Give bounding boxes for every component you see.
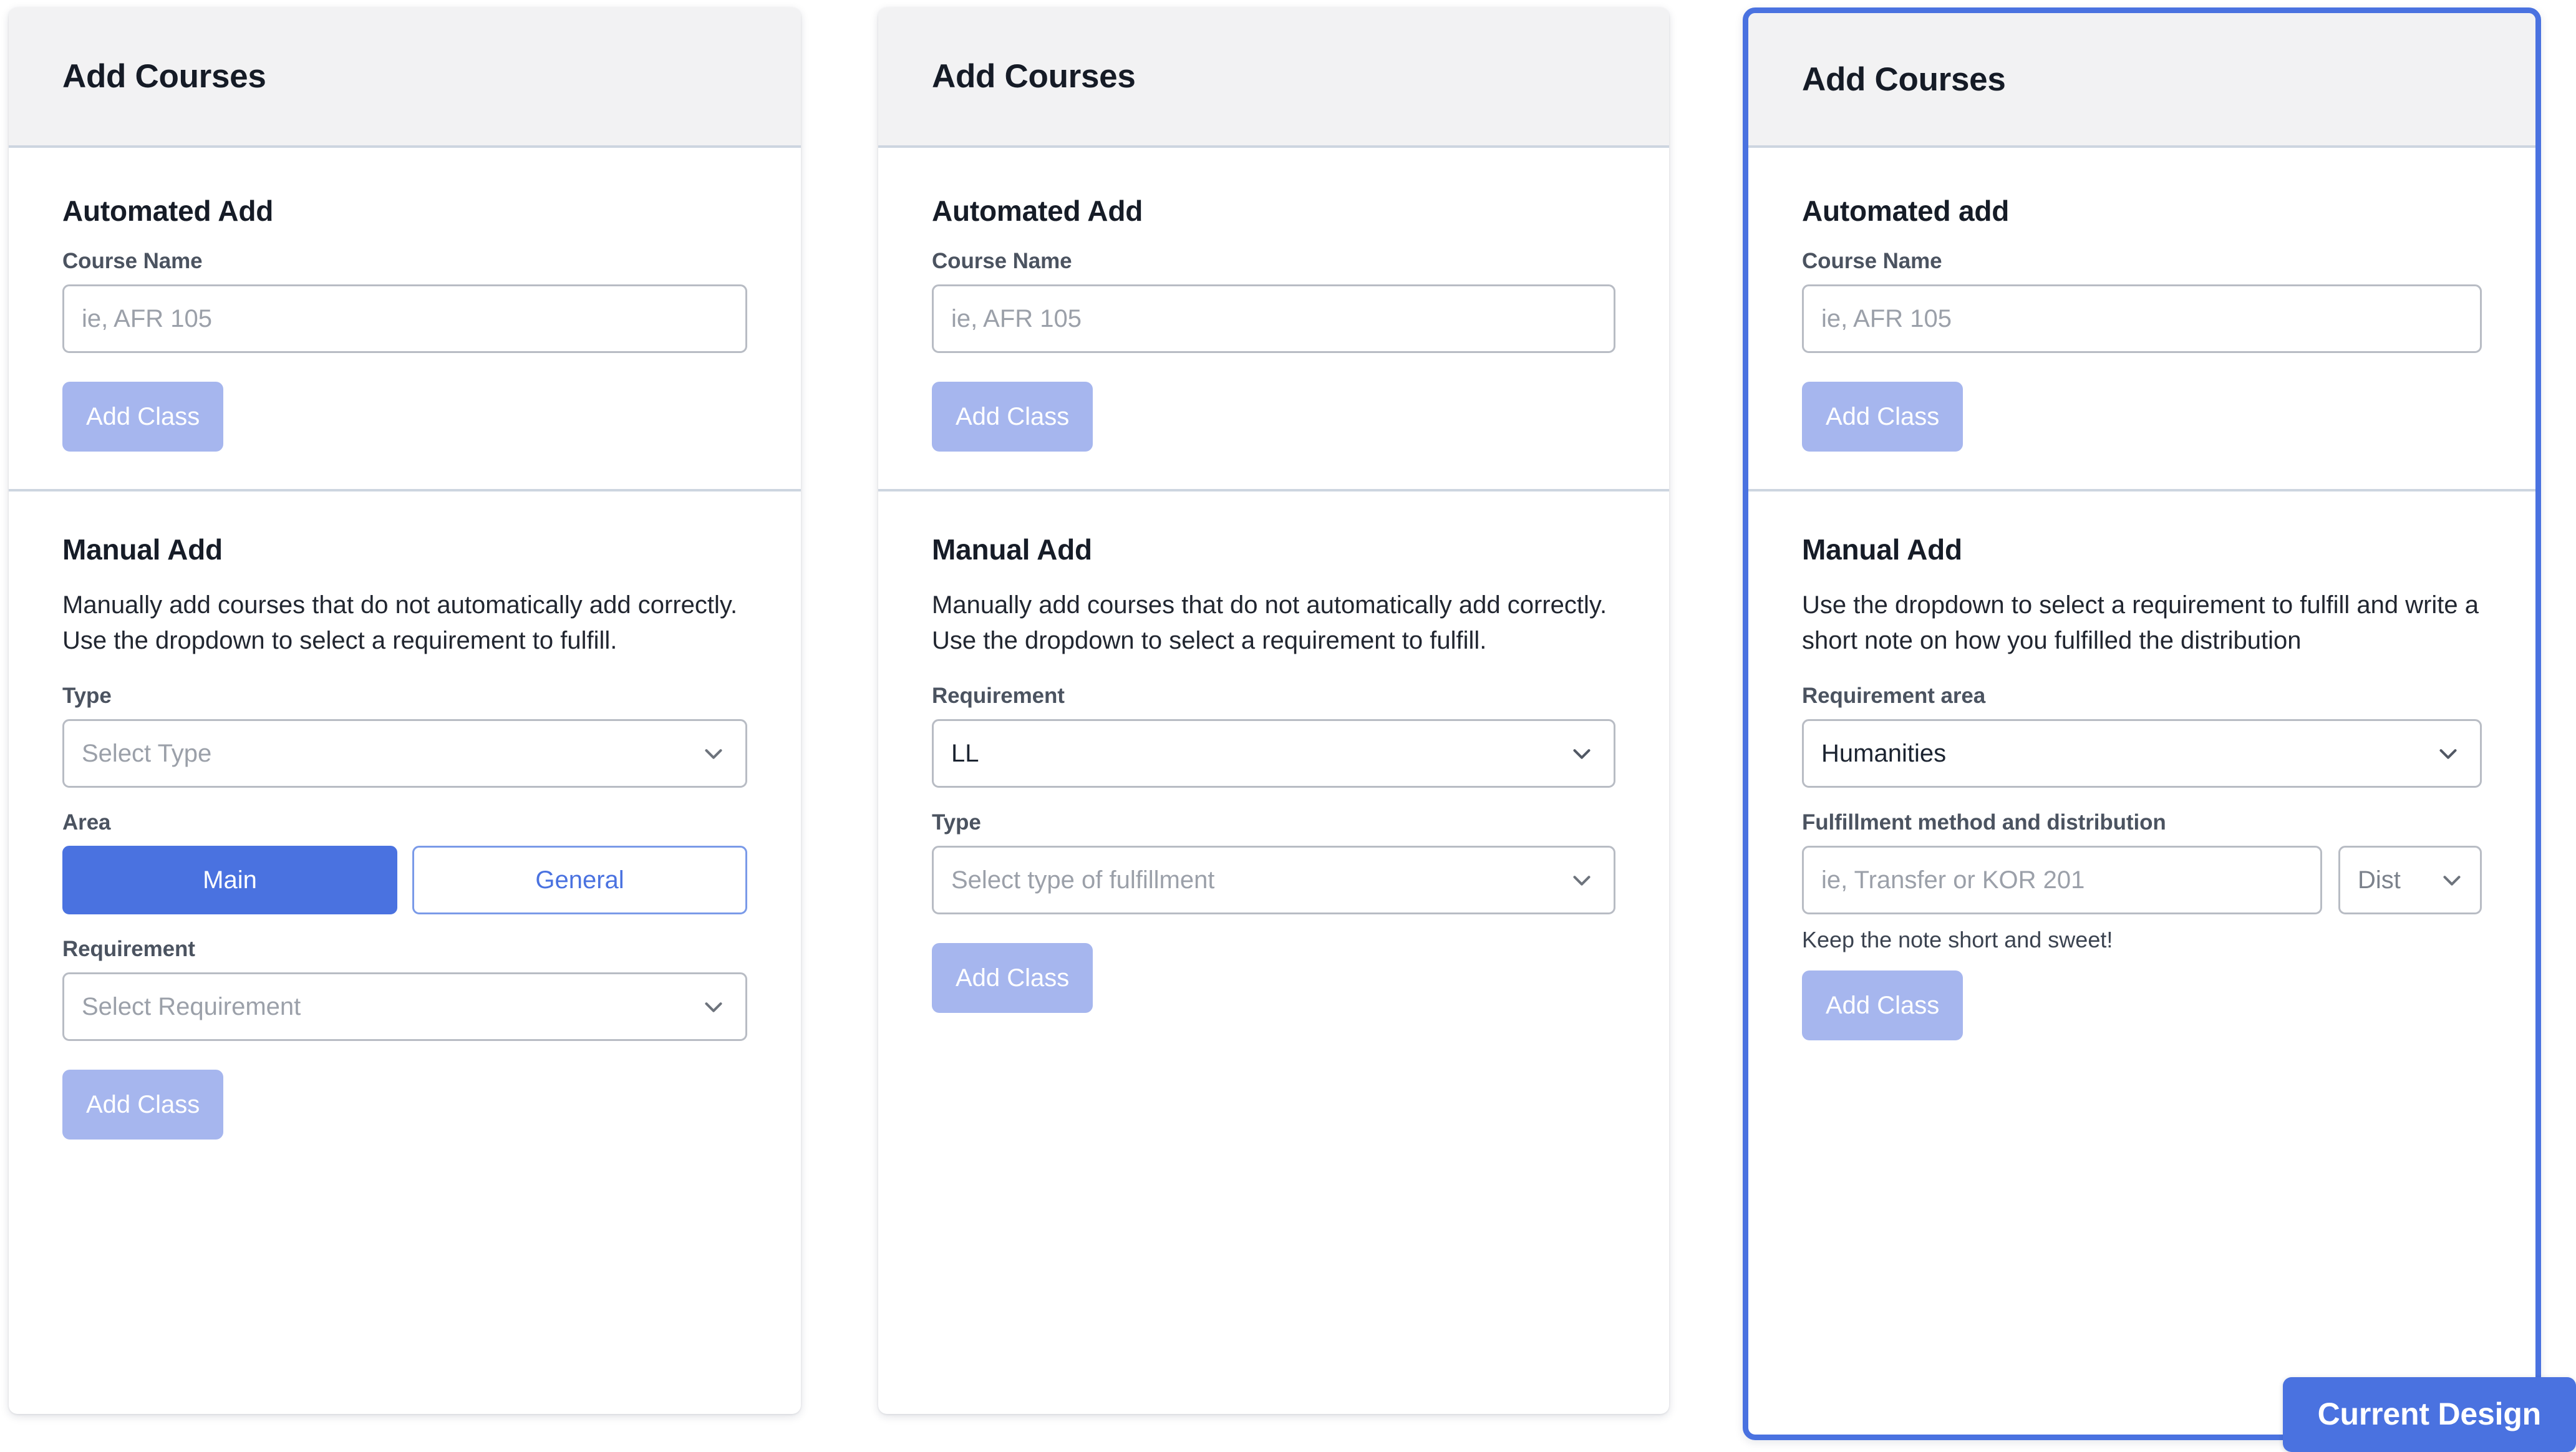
card-1-type-label: Type (62, 684, 112, 709)
card-3-fulfillment-note-input[interactable]: ie, Transfer or KOR 201 (1802, 846, 2322, 915)
card-2-type-select[interactable]: Select type of fulfillment (932, 846, 1615, 915)
card-3-course-name-placeholder: ie, AFR 105 (1821, 304, 1952, 332)
current-design-badge: Current Design (2282, 1377, 2576, 1452)
card-3-automated-add-section: Automated add Course Name ie, AFR 105 Ad… (1748, 148, 2535, 489)
card-2-type-select-value: Select type of fulfillment (951, 866, 1215, 894)
card-3-manual-add-description: Use the dropdown to select a requirement… (1802, 591, 2479, 655)
card-1-manual-add-class-button[interactable]: Add Class (62, 1070, 224, 1140)
design-card-1: Add Courses Automated Add Course Name ie… (9, 7, 801, 1414)
card-1-requirement-select-value: Select Requirement (82, 992, 301, 1020)
card-2-automated-add-class-button[interactable]: Add Class (932, 382, 1093, 452)
design-card-2: Add Courses Automated Add Course Name ie… (878, 7, 1669, 1414)
card-3-course-name-label: Course Name (1802, 249, 1942, 273)
card-2-course-name-label: Course Name (932, 249, 1072, 273)
chevron-down-icon (2438, 866, 2466, 894)
card-3-manual-add-title: Manual Add (1802, 533, 1962, 566)
card-1-course-name-label: Course Name (62, 249, 203, 273)
card-3-header: Add Courses (1748, 13, 2535, 148)
card-2-automated-add-section: Automated Add Course Name ie, AFR 105 Ad… (878, 148, 1669, 489)
card-3-distribution-value: Dist (2358, 866, 2401, 894)
card-1-automated-add-title: Automated Add (62, 195, 274, 227)
card-1-type-select-value: Select Type (82, 739, 212, 767)
card-3-fulfillment-note-placeholder: ie, Transfer or KOR 201 (1821, 866, 2085, 894)
card-2-manual-add-section: Manual Add Manually add courses that do … (878, 489, 1669, 1014)
card-2-type-label: Type (932, 810, 981, 835)
card-2-requirement-label: Requirement (932, 684, 1065, 709)
card-2-manual-add-title: Manual Add (932, 533, 1092, 566)
chevron-down-icon (2434, 739, 2462, 768)
card-3-manual-add-section: Manual Add Use the dropdown to select a … (1748, 489, 2535, 1041)
card-1-title: Add Courses (62, 58, 266, 95)
chevron-down-icon (699, 739, 728, 768)
card-3-requirement-area-label: Requirement area (1802, 684, 1986, 709)
card-2-course-name-input[interactable]: ie, AFR 105 (932, 284, 1615, 353)
card-3-distribution-select[interactable]: Dist (2338, 846, 2482, 915)
chevron-down-icon (699, 992, 728, 1021)
card-2-course-name-placeholder: ie, AFR 105 (951, 304, 1082, 332)
card-3-automated-add-class-button[interactable]: Add Class (1802, 382, 1963, 452)
card-3-fulfillment-row: ie, Transfer or KOR 201 Dist (1802, 846, 2482, 915)
card-2-requirement-select[interactable]: LL (932, 719, 1615, 788)
card-1-course-name-placeholder: ie, AFR 105 (82, 304, 213, 332)
card-1-area-toggle-group: Main General (62, 846, 747, 915)
card-1-requirement-select[interactable]: Select Requirement (62, 972, 747, 1042)
card-1-header: Add Courses (9, 7, 801, 148)
chevron-down-icon (1567, 866, 1596, 894)
card-1-manual-add-section: Manual Add Manually add courses that do … (9, 489, 801, 1140)
card-3-title: Add Courses (1802, 60, 2006, 98)
card-1-automated-add-class-button[interactable]: Add Class (62, 382, 224, 452)
card-2-header: Add Courses (878, 7, 1669, 148)
card-3-helper-text: Keep the note short and sweet! (1802, 927, 2113, 953)
card-3-automated-add-title: Automated add (1802, 195, 2010, 227)
card-1-area-option-main[interactable]: Main (62, 846, 397, 915)
card-1-manual-add-description: Manually add courses that do not automat… (62, 591, 738, 655)
card-3-course-name-input[interactable]: ie, AFR 105 (1802, 284, 2482, 353)
card-2-requirement-select-value: LL (951, 739, 979, 767)
card-1-automated-add-section: Automated Add Course Name ie, AFR 105 Ad… (9, 148, 801, 489)
chevron-down-icon (1567, 739, 1596, 768)
card-1-course-name-input[interactable]: ie, AFR 105 (62, 284, 747, 353)
card-2-automated-add-title: Automated Add (932, 195, 1143, 227)
card-3-manual-add-class-button[interactable]: Add Class (1802, 970, 1963, 1041)
design-card-3-current: Add Courses Automated add Course Name ie… (1743, 7, 2541, 1440)
card-3-requirement-area-value: Humanities (1821, 739, 1947, 767)
card-3-requirement-area-select[interactable]: Humanities (1802, 719, 2482, 788)
card-1-type-select[interactable]: Select Type (62, 719, 747, 788)
comparison-board: Add Courses Automated Add Course Name ie… (0, 0, 2576, 1452)
card-2-title: Add Courses (932, 58, 1136, 95)
card-1-area-label: Area (62, 810, 111, 835)
card-1-manual-add-title: Manual Add (62, 533, 223, 566)
card-2-manual-add-description: Manually add courses that do not automat… (932, 591, 1607, 655)
card-2-manual-add-class-button[interactable]: Add Class (932, 943, 1093, 1014)
card-1-requirement-label: Requirement (62, 937, 195, 962)
card-3-fulfillment-label: Fulfillment method and distribution (1802, 810, 2166, 835)
card-1-area-option-general[interactable]: General (412, 846, 747, 915)
